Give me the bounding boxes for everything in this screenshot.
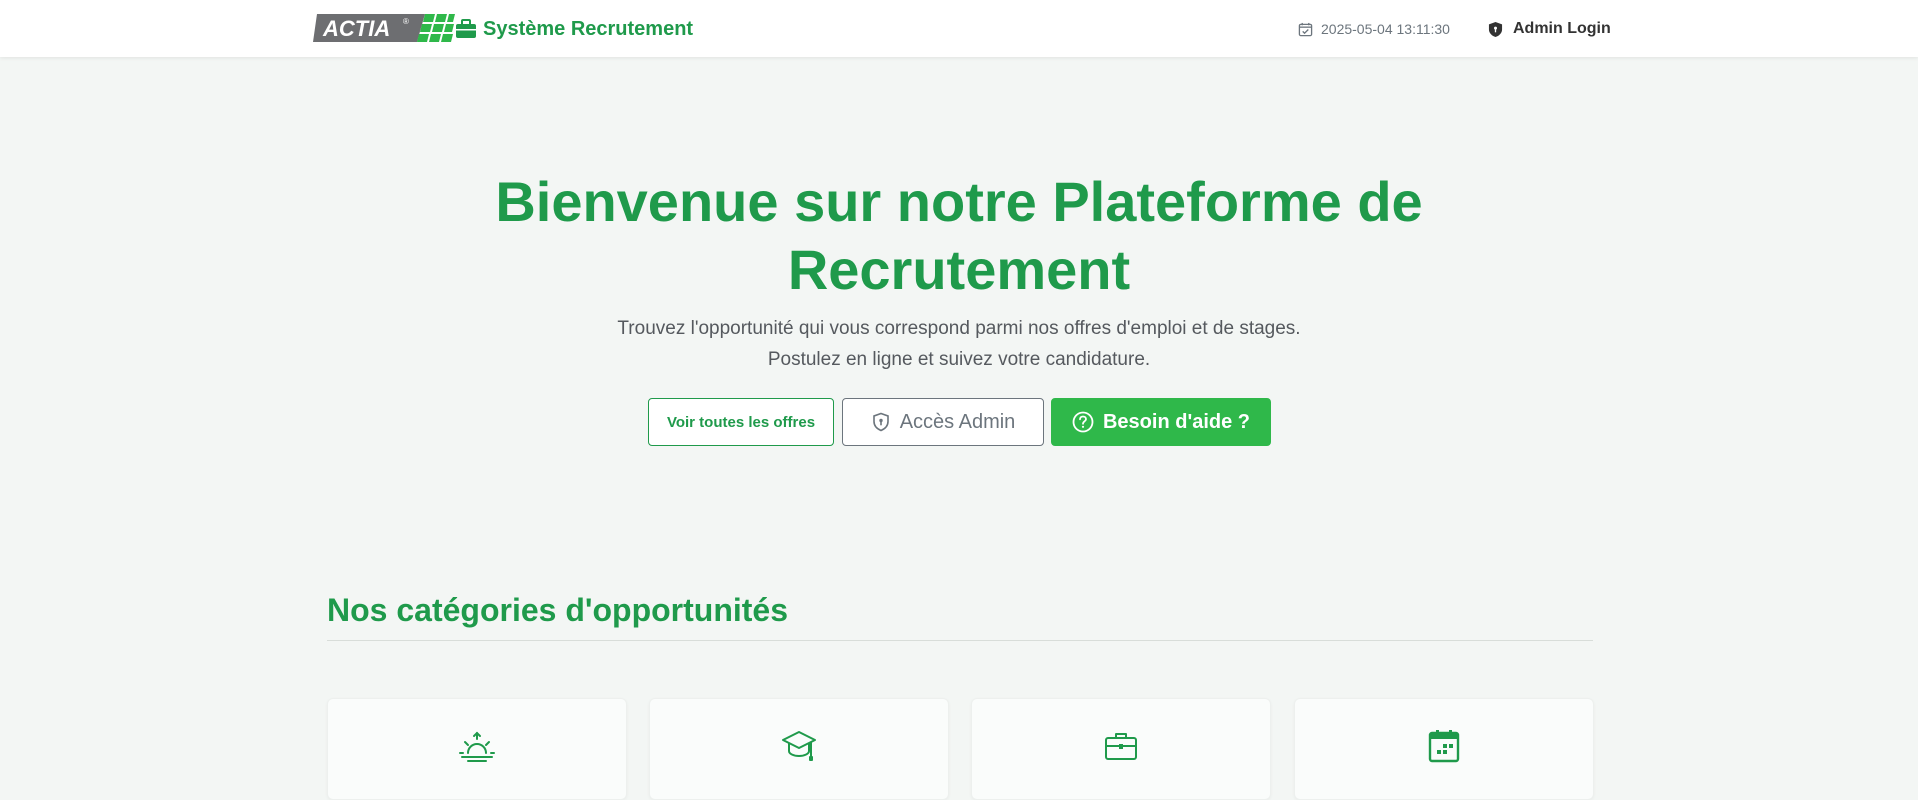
category-card-emploi[interactable] [971, 698, 1271, 800]
help-label: Besoin d'aide ? [1102, 410, 1250, 433]
top-navbar: ACTIA ® Système Recrutement 2025-05-04 1… [0, 0, 1918, 57]
brand-title: Système Recrutement [483, 17, 694, 40]
view-all-offers-label: Voir toutes les offres [666, 413, 816, 431]
sunrise-icon [459, 731, 495, 762]
admin-access-button[interactable]: Accès Admin [842, 398, 1044, 446]
briefcase-icon [456, 19, 476, 38]
admin-login-label: Admin Login [1513, 20, 1611, 37]
view-all-offers-button[interactable]: Voir toutes les offres [648, 398, 834, 446]
help-button[interactable]: Besoin d'aide ? [1051, 398, 1271, 446]
shield-lock-icon [872, 412, 889, 432]
datetime-text: 2025-05-04 13:11:30 [1321, 21, 1450, 37]
calendar-check-icon [1298, 22, 1313, 36]
graduation-cap-icon [782, 731, 816, 761]
hero-title: Bienvenue sur notre Plateforme de Recrut… [495, 170, 1423, 301]
current-datetime: 2025-05-04 13:11:30 [1298, 14, 1450, 44]
svg-text:®: ® [403, 17, 409, 26]
section-divider [327, 640, 1593, 641]
briefcase-icon [1105, 733, 1137, 760]
question-circle-icon [1072, 411, 1094, 433]
categories-title: Nos catégories d'opportunités [327, 592, 788, 628]
category-card-calendar[interactable] [1294, 698, 1594, 800]
calendar-icon [1428, 730, 1460, 763]
brand-link[interactable]: Système Recrutement [455, 14, 693, 44]
admin-access-label: Accès Admin [899, 410, 1016, 433]
svg-text:ACTIA: ACTIA [322, 16, 390, 41]
category-card-stage[interactable] [649, 698, 949, 800]
actia-logo[interactable]: ACTIA ® [313, 13, 455, 43]
hero-subtitle: Trouvez l'opportunité qui vous correspon… [617, 318, 1301, 370]
shield-icon [1488, 21, 1503, 37]
admin-login-link[interactable]: Admin Login [1488, 14, 1611, 44]
category-card-internship-start[interactable] [327, 698, 627, 800]
